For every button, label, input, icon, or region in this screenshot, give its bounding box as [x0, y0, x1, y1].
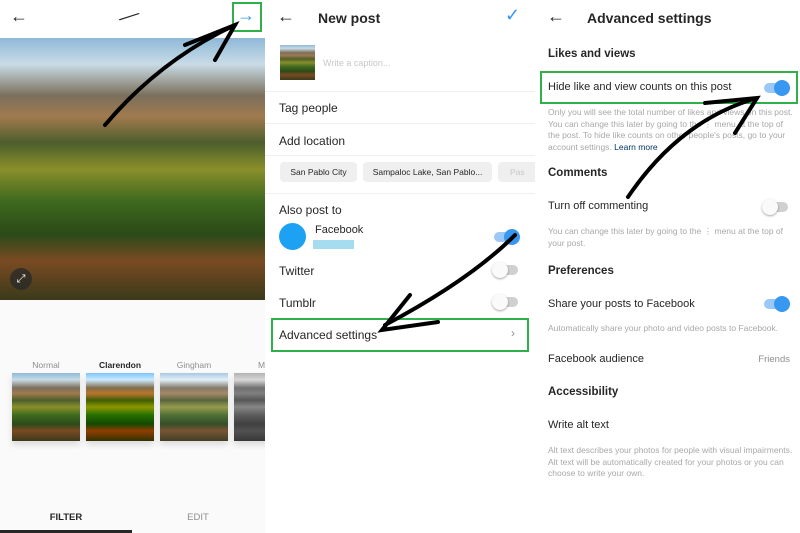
arrow-to-next — [103, 23, 237, 127]
arrow-to-advanced — [383, 233, 517, 327]
annotation-arrows — [103, 21, 761, 333]
arrow-to-hide-likes — [626, 96, 759, 199]
